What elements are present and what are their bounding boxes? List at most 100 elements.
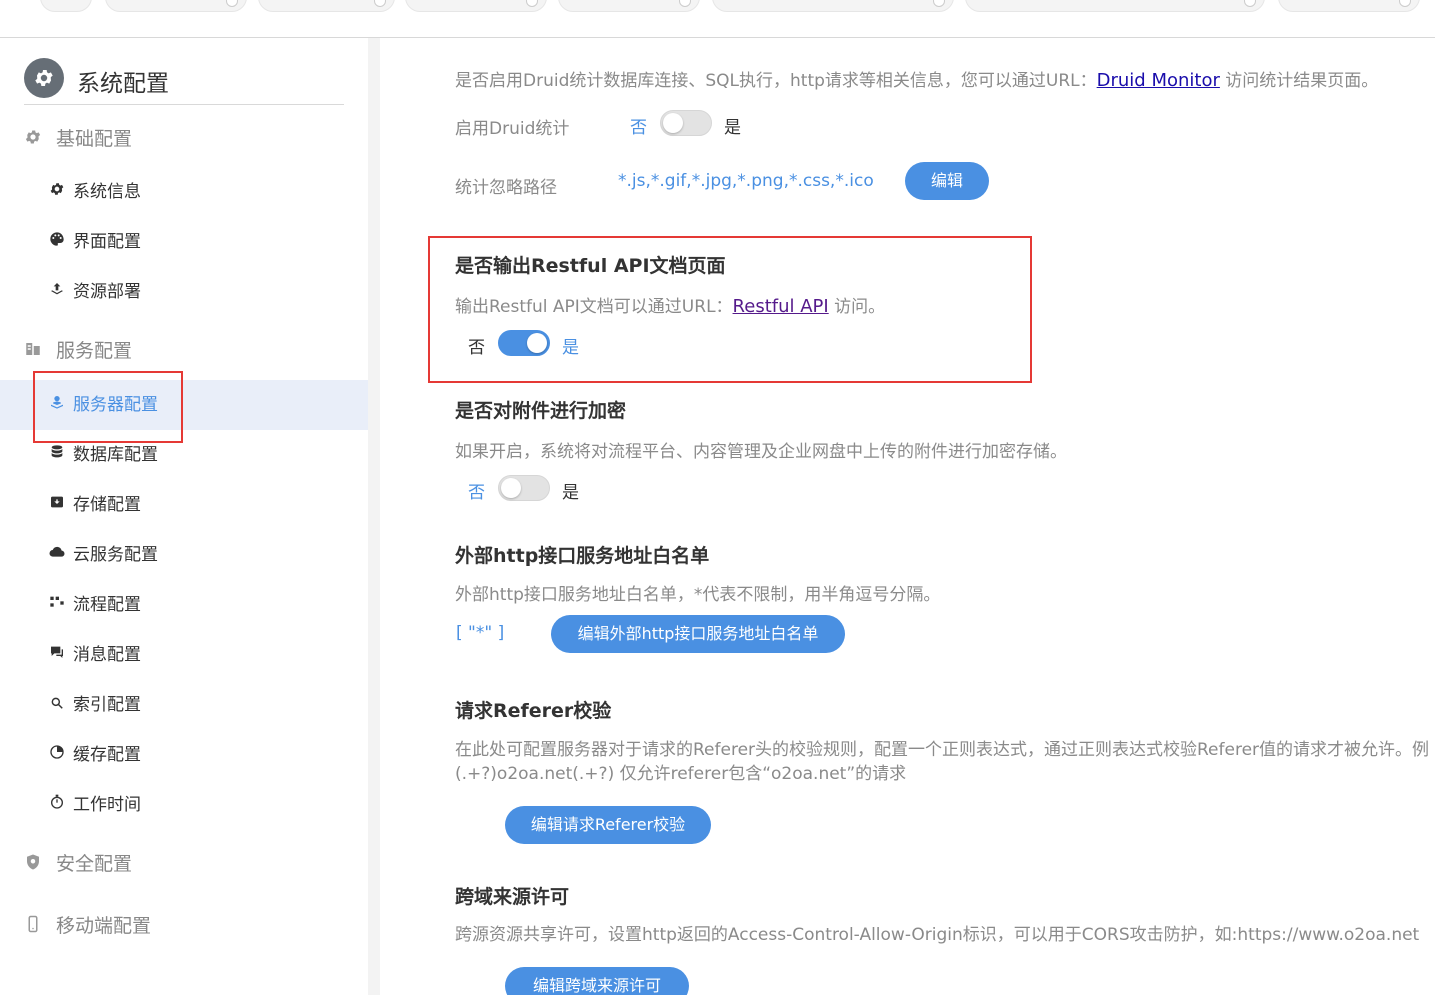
referer-description-line1: 在此处可配置服务器对于请求的Referer头的校验规则，配置一个正则表达式，通过…: [455, 740, 1430, 760]
sidebar-item-cloud-config[interactable]: 云服务配置: [48, 543, 158, 567]
mobile-icon: [24, 915, 44, 938]
restful-api-link[interactable]: Restful API: [733, 296, 829, 317]
sidebar-item-label: 资源部署: [73, 282, 141, 302]
tab[interactable]: [712, 0, 954, 12]
sidebar-item-label: 消息配置: [73, 645, 141, 665]
referer-edit-button[interactable]: 编辑请求Referer校验: [505, 806, 711, 844]
settings-gear-icon: [24, 58, 64, 98]
toggle-knob: [501, 478, 521, 498]
sidebar-item-cache-config[interactable]: 缓存配置: [48, 743, 141, 767]
encrypt-toggle[interactable]: [498, 475, 550, 501]
cors-description: 跨源资源共享许可，设置http返回的Access-Control-Allow-O…: [455, 925, 1420, 945]
druid-ignore-value: *.js,*.gif,*.jpg,*.png,*.css,*.ico: [618, 171, 874, 191]
whitelist-edit-button[interactable]: 编辑外部http接口服务地址白名单: [551, 615, 845, 653]
tab[interactable]: [405, 0, 547, 12]
gear-icon: [48, 180, 66, 204]
database-icon: [48, 443, 66, 467]
palette-icon: [48, 230, 66, 254]
sidebar-title: 系统配置: [77, 71, 169, 97]
group-service-config[interactable]: 服务配置: [24, 336, 132, 363]
whitelist-description: 外部http接口服务地址白名单，*代表不限制，用半角逗号分隔。: [455, 585, 941, 605]
close-icon[interactable]: [933, 0, 945, 7]
sidebar-item-message-config[interactable]: 消息配置: [48, 643, 141, 667]
sidebar-item-label: 数据库配置: [73, 445, 158, 465]
druid-enable-label: 启用Druid统计: [455, 119, 570, 139]
referer-description-line2: (.+?)o2oa.net(.+?) 仅允许referer包含“o2oa.net…: [455, 764, 907, 784]
tab[interactable]: [40, 0, 92, 12]
referer-heading: 请求Referer校验: [455, 700, 612, 722]
sidebar-item-label: 系统信息: [73, 182, 141, 202]
server-icon: [24, 340, 44, 363]
restful-description: 输出Restful API文档可以通过URL：Restful API 访问。: [455, 292, 885, 317]
encrypt-no-label: 否: [468, 483, 485, 503]
tab[interactable]: [558, 0, 700, 12]
sidebar-item-ui-config[interactable]: 界面配置: [48, 230, 141, 254]
toggle-knob: [663, 113, 683, 133]
sidebar-item-label: 工作时间: [73, 795, 141, 815]
highlight-box: [33, 371, 183, 443]
restful-desc-text: 输出Restful API文档可以通过URL：: [455, 297, 733, 317]
tab[interactable]: [1278, 0, 1420, 12]
tab[interactable]: [965, 0, 1265, 12]
cors-edit-button[interactable]: 编辑跨域来源许可: [505, 967, 689, 995]
sidebar-item-flow-config[interactable]: 流程配置: [48, 593, 141, 617]
group-label: 安全配置: [56, 853, 133, 875]
tab[interactable]: [258, 0, 395, 12]
shield-icon: [24, 853, 44, 876]
sidebar-item-index-config[interactable]: 索引配置: [48, 693, 141, 717]
top-tab-strip: [0, 0, 1435, 38]
sidebar: 系统配置 基础配置 系统信息 界面配置 资源部署 服务配置 服务器配置 数据库配…: [0, 38, 380, 995]
group-label: 基础配置: [56, 128, 133, 150]
sidebar-item-system-info[interactable]: 系统信息: [48, 180, 141, 204]
whitelist-value: [ "*" ]: [456, 623, 505, 643]
group-basic-config[interactable]: 基础配置: [24, 124, 132, 151]
sidebar-item-resource-deploy[interactable]: 资源部署: [48, 280, 141, 304]
upload-icon: [48, 280, 66, 304]
druid-toggle[interactable]: [660, 110, 712, 136]
restful-yes-label: 是: [562, 338, 579, 358]
close-icon[interactable]: [679, 0, 691, 7]
toggle-knob: [527, 333, 547, 353]
sidebar-item-database-config[interactable]: 数据库配置: [48, 443, 158, 467]
tab[interactable]: [105, 0, 247, 12]
close-icon[interactable]: [526, 0, 538, 7]
encrypt-description: 如果开启，系统将对流程平台、内容管理及企业网盘中上传的附件进行加密存储。: [455, 442, 1067, 462]
druid-desc-text: 是否启用Druid统计数据库连接、SQL执行，http请求等相关信息，您可以通过…: [455, 71, 1097, 91]
sidebar-item-label: 界面配置: [73, 232, 141, 252]
close-icon[interactable]: [226, 0, 238, 7]
sidebar-item-work-time[interactable]: 工作时间: [48, 793, 141, 817]
sidebar-header: 系统配置: [24, 56, 344, 105]
message-icon: [48, 643, 66, 667]
sidebar-item-storage-config[interactable]: 存储配置: [48, 493, 141, 517]
restful-desc-suffix: 访问。: [828, 297, 886, 317]
encrypt-heading: 是否对附件进行加密: [455, 400, 627, 422]
search-icon: [48, 693, 66, 717]
druid-edit-button[interactable]: 编辑: [905, 162, 989, 200]
sidebar-item-label: 索引配置: [73, 695, 141, 715]
gear-icon: [24, 128, 44, 151]
druid-monitor-link[interactable]: Druid Monitor: [1097, 70, 1220, 91]
sidebar-item-label: 缓存配置: [73, 745, 141, 765]
close-icon[interactable]: [374, 0, 386, 7]
druid-ignore-label: 统计忽略路径: [455, 178, 557, 198]
druid-description: 是否启用Druid统计数据库连接、SQL执行，http请求等相关信息，您可以通过…: [455, 66, 1378, 91]
group-label: 移动端配置: [56, 915, 152, 937]
whitelist-heading: 外部http接口服务地址白名单: [455, 545, 710, 567]
restful-no-label: 否: [468, 338, 485, 358]
restful-toggle[interactable]: [498, 330, 550, 356]
archive-icon: [48, 493, 66, 517]
close-icon[interactable]: [1399, 0, 1411, 7]
stopwatch-icon: [48, 793, 66, 817]
group-mobile-config[interactable]: 移动端配置: [24, 911, 151, 938]
encrypt-yes-label: 是: [562, 483, 579, 503]
group-security-config[interactable]: 安全配置: [24, 849, 132, 876]
sidebar-item-label: 存储配置: [73, 495, 141, 515]
close-icon[interactable]: [1244, 0, 1256, 7]
restful-heading: 是否输出Restful API文档页面: [455, 255, 726, 277]
main-content: 是否启用Druid统计数据库连接、SQL执行，http请求等相关信息，您可以通过…: [380, 38, 1435, 995]
pie-icon: [48, 743, 66, 767]
cloud-icon: [48, 543, 66, 567]
sidebar-item-label: 流程配置: [73, 595, 141, 615]
druid-desc-suffix: 访问统计结果页面。: [1219, 71, 1379, 91]
cors-heading: 跨域来源许可: [455, 886, 570, 908]
